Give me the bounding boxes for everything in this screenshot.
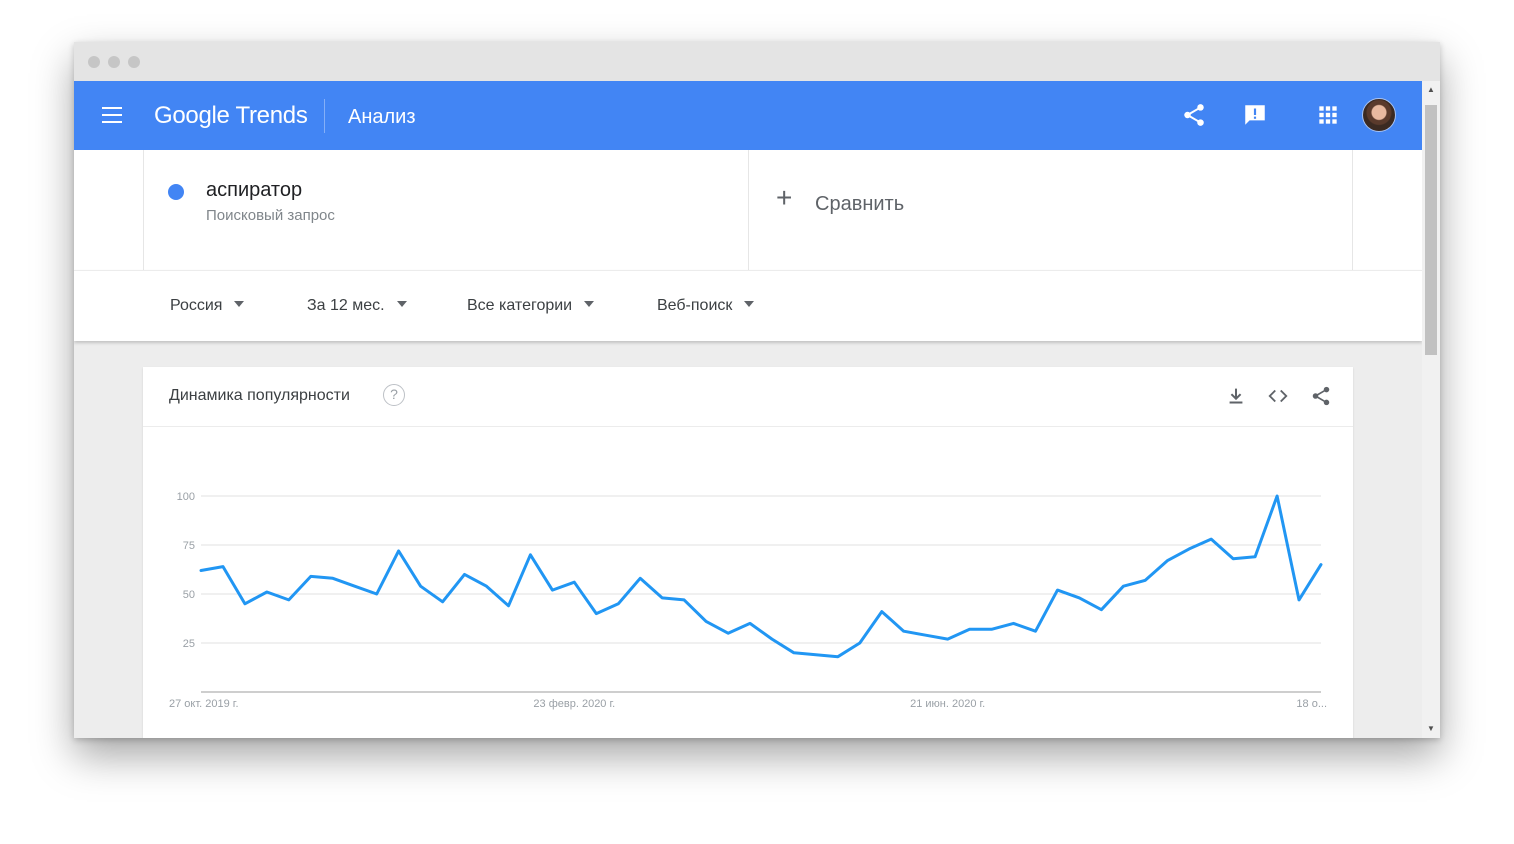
compare-label: Сравнить <box>815 193 905 215</box>
search-type-dropdown[interactable]: Веб-поиск <box>657 297 755 315</box>
browser-window: Google Trends Анализ аспиратор Поисковый… <box>74 42 1440 738</box>
period-value: За 12 мес. <box>307 297 385 314</box>
filters-bar: Россия За 12 мес. Все категории Веб-поис… <box>74 270 1422 341</box>
x-tick-label: 21 июн. 2020 г. <box>910 698 985 710</box>
region-dropdown[interactable]: Россия <box>170 297 245 315</box>
search-term-card[interactable]: аспиратор Поисковый запрос <box>143 150 749 270</box>
share-icon[interactable] <box>1181 102 1207 128</box>
compare-button[interactable]: + Сравнить <box>748 150 1353 270</box>
scrollbar[interactable]: ▲ ▼ <box>1422 81 1440 738</box>
y-tick-label: 75 <box>183 540 195 552</box>
line-chart: 100 75 50 25 27 окт. 2019 г. 23 февр. 2020 г.… <box>169 491 1327 710</box>
chevron-down-icon <box>396 301 407 307</box>
search-term[interactable]: аспиратор <box>206 179 302 202</box>
app-header: Google Trends Анализ <box>74 81 1422 150</box>
period-dropdown[interactable]: За 12 мес. <box>307 297 407 315</box>
window-minimize-dot[interactable] <box>108 56 120 68</box>
y-tick-label: 50 <box>183 589 195 601</box>
search-terms-bar: аспиратор Поисковый запрос + Сравнить <box>74 150 1422 270</box>
share-icon[interactable] <box>1310 385 1332 407</box>
window-close-dot[interactable] <box>88 56 100 68</box>
search-type-value: Веб-поиск <box>657 297 733 314</box>
header-divider <box>324 99 325 133</box>
search-term-type: Поисковый запрос <box>206 207 335 224</box>
y-tick-label: 25 <box>183 638 195 650</box>
feedback-icon[interactable] <box>1242 102 1268 128</box>
x-tick-label: 23 февр. 2020 г. <box>533 698 615 710</box>
scroll-down-arrow[interactable]: ▼ <box>1422 720 1440 738</box>
category-value: Все категории <box>467 297 573 314</box>
series-line <box>199 494 1323 659</box>
interest-over-time-card: Динамика популярности ? 100 75 50 25 27 окт.… <box>143 367 1353 738</box>
help-icon[interactable]: ? <box>383 384 405 406</box>
avatar[interactable] <box>1362 98 1396 132</box>
y-tick-label: 100 <box>177 491 195 503</box>
page-title: Анализ <box>348 106 416 128</box>
embed-code-icon[interactable] <box>1267 385 1289 407</box>
download-icon[interactable] <box>1225 385 1247 407</box>
page-viewport: Google Trends Анализ аспиратор Поисковый… <box>74 81 1422 738</box>
series-color-dot <box>168 184 184 200</box>
chart-title: Динамика популярности <box>169 387 350 404</box>
apps-grid-icon[interactable] <box>1315 102 1341 128</box>
scroll-up-arrow[interactable]: ▲ <box>1422 81 1440 99</box>
category-dropdown[interactable]: Все категории <box>467 297 595 315</box>
window-titlebar <box>74 42 1440 81</box>
plus-icon: + <box>776 182 793 213</box>
x-tick-label: 27 окт. 2019 г. <box>169 698 239 710</box>
x-tick-label: 18 о... <box>1296 698 1327 710</box>
chevron-down-icon <box>744 301 755 307</box>
menu-icon[interactable] <box>102 107 122 123</box>
region-value: Россия <box>170 297 223 314</box>
window-zoom-dot[interactable] <box>128 56 140 68</box>
chart-header: Динамика популярности ? <box>143 367 1353 427</box>
scroll-thumb[interactable] <box>1425 105 1437 355</box>
chevron-down-icon <box>584 301 595 307</box>
app-logo[interactable]: Google Trends <box>154 102 308 130</box>
chevron-down-icon <box>234 301 245 307</box>
